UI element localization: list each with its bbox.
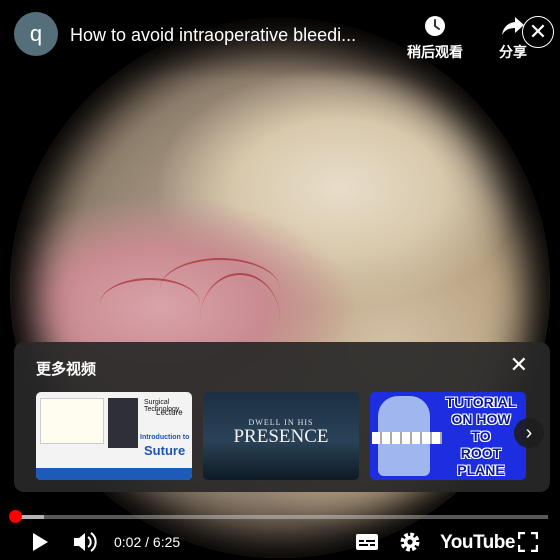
- duration: 6:25: [152, 534, 181, 550]
- thumbnail-text: ROOT PLANE: [457, 445, 505, 478]
- volume-icon[interactable]: [70, 528, 100, 556]
- video-thumbnail-root-plane[interactable]: TUTORIAL ON HOW TO ROOT PLANE: [370, 392, 526, 480]
- more-videos-panel: 更多视频 ✕ Surgical Technology Lecture Intro…: [14, 342, 550, 492]
- scrubber-handle[interactable]: [8, 510, 22, 523]
- thumbnail-text: Introduction to: [140, 434, 190, 441]
- thumbnail-text-block: TUTORIAL ON HOW TO ROOT PLANE: [440, 394, 522, 479]
- avatar-letter: q: [29, 21, 43, 46]
- thumbnail-text: ON HOW: [451, 411, 511, 427]
- subtitles-icon[interactable]: [353, 528, 381, 556]
- clock-icon: [400, 14, 470, 42]
- channel-avatar[interactable]: q: [14, 12, 58, 56]
- thumbnail-presenter: [108, 398, 138, 448]
- settings-gear-icon[interactable]: [396, 528, 424, 556]
- share-label: 分享: [499, 44, 527, 60]
- youtube-logo[interactable]: YouTube: [440, 532, 515, 554]
- current-time: 0:02: [114, 534, 142, 550]
- thumbnail-text: PRESENCE: [233, 426, 329, 447]
- more-videos-title: 更多视频: [36, 361, 97, 378]
- thumbnail-text: TUTORIAL: [445, 394, 517, 410]
- top-bar: q How to avoid intraoperative bleedi... …: [0, 0, 560, 80]
- thumbnail-text: TO: [471, 428, 491, 444]
- blood-vessel: [100, 278, 200, 330]
- watch-later-label: 稍后观看: [407, 44, 463, 60]
- thumbnail-teeth: [372, 432, 442, 444]
- thumbnail-footer-bar: [36, 468, 192, 480]
- time-display: 0:02 / 6:25: [114, 534, 180, 550]
- video-title[interactable]: How to avoid intraoperative bleedi...: [70, 25, 390, 46]
- thumbnail-text: Lecture: [156, 408, 183, 417]
- thumbnail-diagram: [40, 398, 104, 444]
- chevron-right-icon[interactable]: ›: [514, 418, 544, 448]
- video-thumbnail-presence[interactable]: DWELL IN HIS PRESENCE: [203, 392, 359, 480]
- fullscreen-icon[interactable]: [514, 528, 542, 556]
- watch-later-button[interactable]: 稍后观看: [400, 14, 470, 62]
- time-separator: /: [145, 534, 150, 550]
- play-icon[interactable]: [26, 528, 54, 556]
- close-icon[interactable]: ✕: [522, 16, 554, 48]
- control-bar: 0:02 / 6:25 YouTube: [0, 524, 560, 560]
- thumbnail-text: Suture: [144, 443, 186, 458]
- progress-bar[interactable]: [8, 510, 548, 523]
- video-thumbnail-suture[interactable]: Surgical Technology Lecture Introduction…: [36, 392, 192, 480]
- panel-close-icon[interactable]: ✕: [510, 354, 528, 376]
- video-player[interactable]: q How to avoid intraoperative bleedi... …: [0, 0, 560, 560]
